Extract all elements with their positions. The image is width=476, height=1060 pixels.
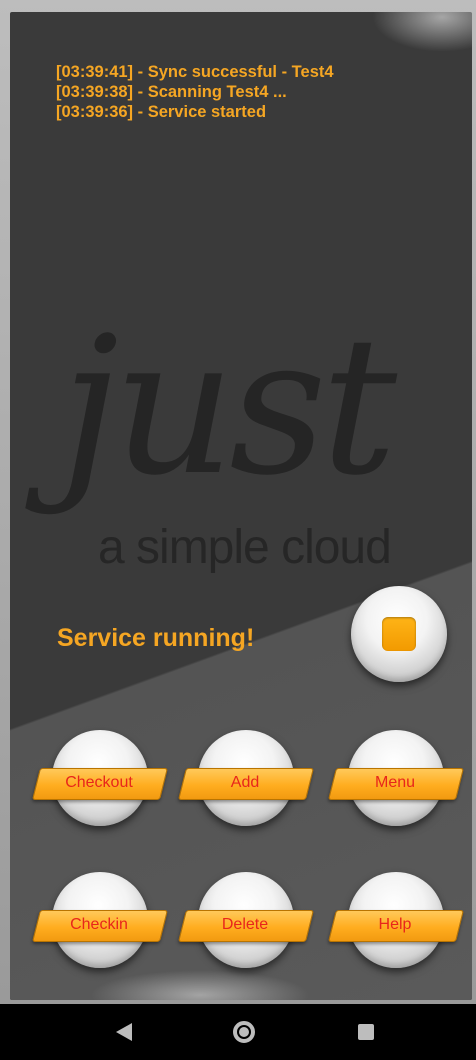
highlight-glow	[372, 12, 472, 52]
app-screen: [03:39:41] - Sync successful - Test4 [03…	[0, 0, 476, 1060]
menu-button[interactable]: Menu	[328, 730, 464, 830]
checkout-label: Checkout	[65, 774, 133, 791]
stop-icon	[382, 617, 416, 651]
delete-label: Delete	[221, 916, 269, 933]
log-line: [03:39:38] - Scanning Test4 ...	[56, 83, 287, 101]
add-label: Add	[230, 774, 260, 791]
service-status: Service running!	[57, 624, 255, 652]
watermark-script: just	[60, 296, 397, 517]
delete-button[interactable]: Delete	[178, 872, 314, 972]
watermark-caption: a simple cloud	[98, 521, 392, 574]
help-label: Help	[378, 916, 412, 933]
recent-apps-icon[interactable]	[358, 1024, 374, 1040]
watermark-logo: just a simple cloud	[60, 312, 470, 602]
log-line: [03:39:36] - Service started	[56, 103, 267, 121]
checkin-button[interactable]: Checkin	[32, 872, 168, 972]
system-nav-bar	[0, 1004, 476, 1060]
home-icon[interactable]	[233, 1021, 255, 1043]
log-line: [03:39:41] - Sync successful - Test4	[56, 63, 334, 81]
help-button[interactable]: Help	[328, 872, 464, 972]
checkout-button[interactable]: Checkout	[32, 730, 168, 830]
back-icon[interactable]	[116, 1023, 132, 1041]
log-panel: [03:39:41] - Sync successful - Test4 [03…	[56, 62, 334, 122]
app-panel: [03:39:41] - Sync successful - Test4 [03…	[10, 12, 472, 1000]
add-button[interactable]: Add	[178, 730, 314, 830]
stop-service-button[interactable]	[351, 586, 447, 682]
checkin-label: Checkin	[70, 916, 128, 933]
highlight-glow	[90, 970, 310, 1000]
menu-label: Menu	[374, 774, 416, 791]
